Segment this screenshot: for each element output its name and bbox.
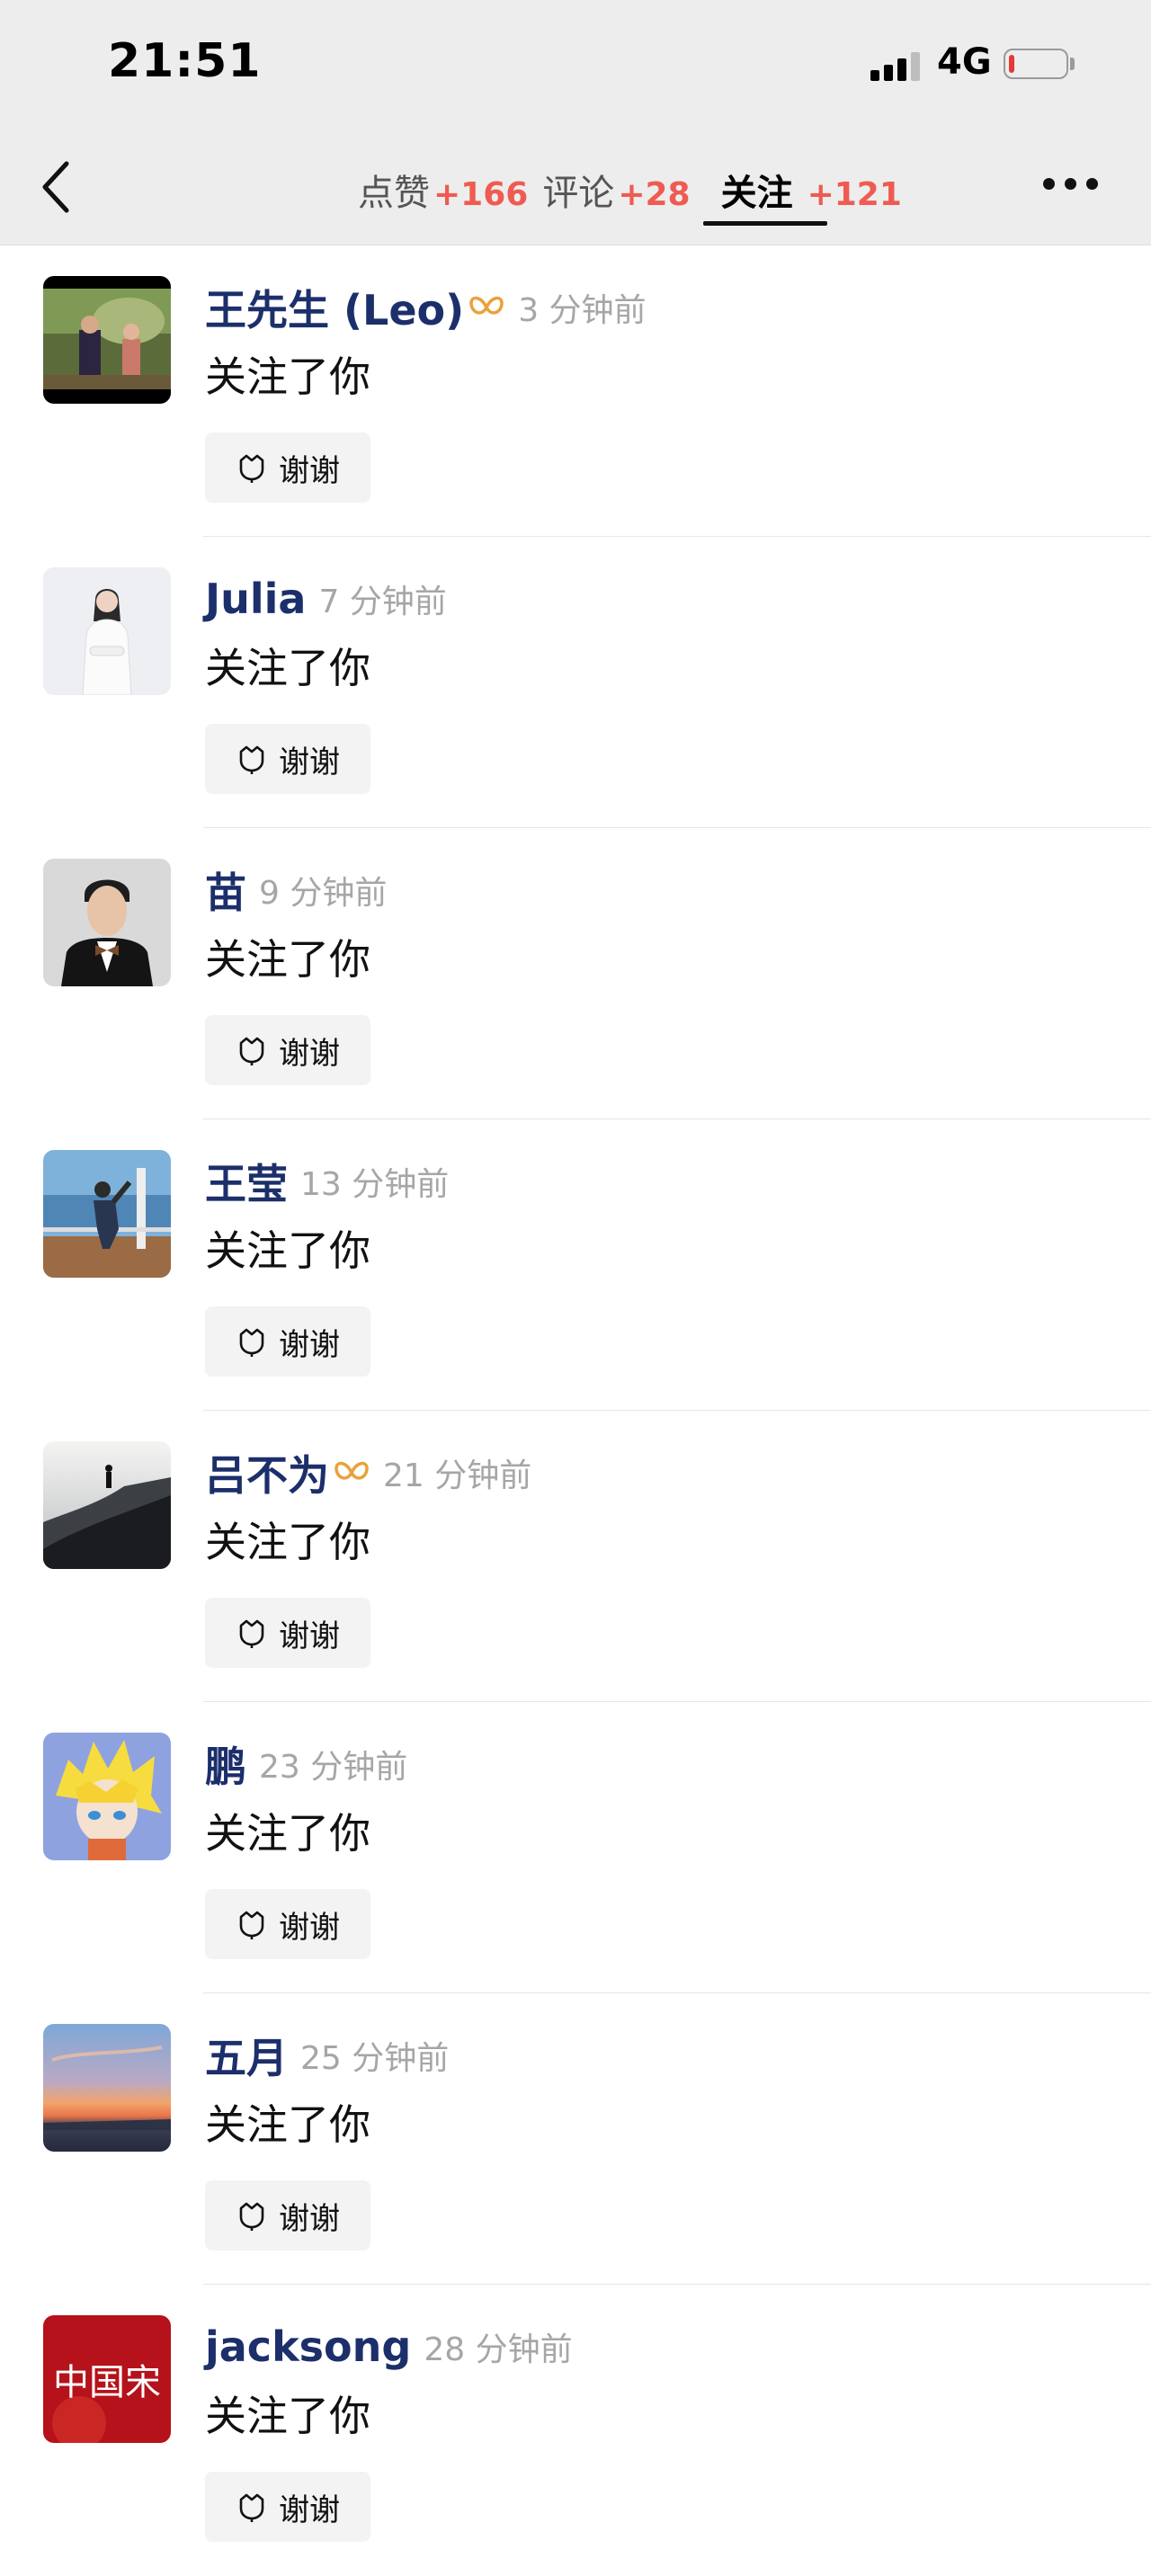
tab-comments[interactable]: 评论 +28 — [542, 164, 690, 216]
action-text: 关注了你 — [205, 352, 370, 401]
user-name[interactable]: 五月 — [205, 2026, 288, 2085]
follow-notification-list: 王先生 (Leo) 3 分钟前 关注了你 谢谢 Julia 7 分钟前 关注了你… — [0, 245, 1151, 2576]
thanks-label: 谢谢 — [279, 744, 340, 780]
vip-badge-icon — [335, 1461, 369, 1480]
thanks-icon — [239, 1328, 264, 1357]
thanks-icon — [239, 1037, 264, 1065]
list-item[interactable]: 苗 9 分钟前 关注了你 谢谢 — [0, 828, 1151, 1119]
name-row: 鹏 23 分钟前 — [205, 1734, 407, 1794]
man-on-deck-avatar[interactable] — [43, 1150, 171, 1278]
user-name[interactable]: 王先生 (Leo) — [205, 278, 464, 337]
network-type: 4G — [937, 41, 992, 83]
list-item[interactable]: 王先生 (Leo) 3 分钟前 关注了你 谢谢 — [0, 245, 1151, 537]
user-name[interactable]: 鹏 — [205, 1734, 246, 1794]
user-name[interactable]: Julia — [205, 575, 306, 623]
status-time: 21:51 — [108, 34, 262, 88]
thanks-icon — [239, 1619, 264, 1648]
status-bar: 21:51 4G — [0, 0, 1151, 128]
thanks-icon — [239, 454, 264, 483]
tab-follows[interactable]: 关注 +121 — [702, 164, 902, 226]
thanks-icon — [239, 2202, 264, 2231]
name-row: 王先生 (Leo) 3 分钟前 — [205, 278, 647, 337]
thanks-button[interactable]: 谢谢 — [205, 432, 370, 503]
avatar-calligraphy: 中国宋 — [53, 2362, 161, 2403]
active-tab-indicator — [702, 221, 827, 226]
thanks-label: 谢谢 — [279, 1326, 340, 1363]
list-item[interactable]: 五月 25 分钟前 关注了你 谢谢 — [0, 1993, 1151, 2285]
more-icon[interactable] — [1043, 178, 1101, 192]
timestamp: 7 分钟前 — [318, 584, 447, 620]
timestamp: 13 分钟前 — [300, 1166, 450, 1203]
user-name[interactable]: jacksong — [205, 2322, 411, 2371]
movie-couple-avatar[interactable] — [43, 276, 171, 404]
woman-white-suit-avatar[interactable] — [43, 567, 171, 695]
thanks-label: 谢谢 — [279, 1909, 340, 1946]
thanks-label: 谢谢 — [279, 1618, 340, 1654]
name-row: 苗 9 分钟前 — [205, 860, 387, 920]
tab-count: +121 — [807, 176, 902, 213]
user-name[interactable]: 吕不为 — [205, 1443, 329, 1502]
thanks-label: 谢谢 — [279, 452, 340, 489]
list-item[interactable]: 王莹 13 分钟前 关注了你 谢谢 — [0, 1119, 1151, 1411]
list-item[interactable]: 吕不为 21 分钟前 关注了你 谢谢 — [0, 1411, 1151, 1702]
timestamp: 3 分钟前 — [518, 292, 647, 329]
name-row: Julia 7 分钟前 — [205, 569, 447, 628]
battery-icon — [1004, 49, 1068, 79]
tab-label: 评论 — [542, 173, 615, 214]
battery-tip — [1070, 58, 1075, 70]
timestamp: 21 分钟前 — [383, 1457, 532, 1494]
thanks-label: 谢谢 — [279, 2491, 340, 2528]
timestamp: 25 分钟前 — [300, 2040, 450, 2077]
thanks-icon — [239, 745, 264, 774]
thanks-icon — [239, 2493, 264, 2522]
action-text: 关注了你 — [205, 1226, 370, 1275]
hiker-silhouette-avatar[interactable] — [43, 1441, 171, 1569]
user-name[interactable]: 苗 — [205, 860, 246, 920]
list-item[interactable]: 中国宋 jacksong 28 分钟前 关注了你 谢谢 — [0, 2285, 1151, 2576]
thanks-button[interactable]: 谢谢 — [205, 1598, 370, 1668]
user-name[interactable]: 王莹 — [205, 1152, 288, 1211]
action-text: 关注了你 — [205, 1518, 370, 1566]
tab-bar: 点赞 +166 评论 +28 关注 +121 — [358, 164, 916, 226]
thanks-button[interactable]: 谢谢 — [205, 1015, 370, 1085]
thanks-button[interactable]: 谢谢 — [205, 724, 370, 794]
tab-label: 关注 — [720, 173, 793, 214]
red-calligraphy-avatar[interactable]: 中国宋 — [43, 2315, 171, 2443]
name-row: 五月 25 分钟前 — [205, 2026, 449, 2085]
tab-likes[interactable]: 点赞 +166 — [358, 164, 528, 216]
thanks-button[interactable]: 谢谢 — [205, 2472, 370, 2542]
tab-count: +166 — [433, 176, 529, 213]
name-row: 王莹 13 分钟前 — [205, 1152, 449, 1211]
thanks-label: 谢谢 — [279, 1035, 340, 1072]
action-text: 关注了你 — [205, 2100, 370, 2149]
nav-bar: 点赞 +166 评论 +28 关注 +121 — [0, 128, 1151, 245]
vip-badge-icon — [469, 296, 504, 315]
thanks-label: 谢谢 — [279, 2200, 340, 2237]
timestamp: 28 分钟前 — [424, 2331, 573, 2368]
tab-count: +28 — [618, 176, 691, 213]
action-text: 关注了你 — [205, 935, 370, 984]
name-row: jacksong 28 分钟前 — [205, 2317, 573, 2376]
timestamp: 9 分钟前 — [259, 875, 388, 912]
man-bowtie-avatar[interactable] — [43, 859, 171, 986]
name-row: 吕不为 21 分钟前 — [205, 1443, 531, 1502]
timestamp: 23 分钟前 — [259, 1749, 408, 1786]
anime-boy-avatar[interactable] — [43, 1733, 171, 1860]
sunset-avatar[interactable] — [43, 2024, 171, 2152]
action-text: 关注了你 — [205, 1809, 370, 1858]
thanks-button[interactable]: 谢谢 — [205, 2180, 370, 2251]
signal-icon — [870, 52, 924, 81]
thanks-button[interactable]: 谢谢 — [205, 1306, 370, 1377]
tab-label: 点赞 — [358, 173, 430, 214]
action-text: 关注了你 — [205, 2392, 370, 2440]
thanks-icon — [239, 1911, 264, 1939]
list-item[interactable]: 鹏 23 分钟前 关注了你 谢谢 — [0, 1702, 1151, 1993]
thanks-button[interactable]: 谢谢 — [205, 1889, 370, 1959]
back-icon[interactable] — [40, 158, 76, 216]
action-text: 关注了你 — [205, 644, 370, 692]
list-item[interactable]: Julia 7 分钟前 关注了你 谢谢 — [0, 537, 1151, 828]
